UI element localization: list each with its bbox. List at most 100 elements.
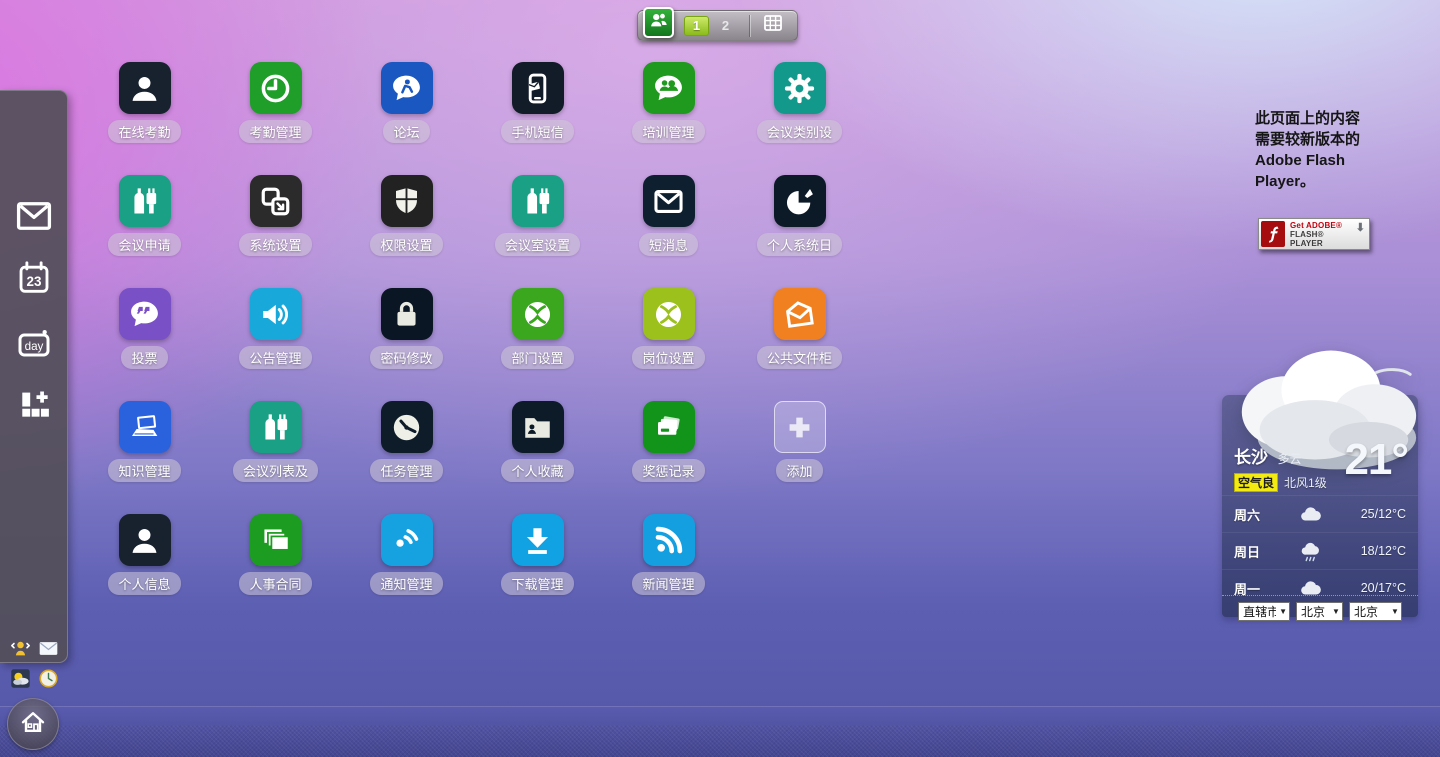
forecast-day: 周日 bbox=[1234, 542, 1280, 561]
app-tile[interactable]: 系统设置 bbox=[210, 175, 341, 288]
home-icon bbox=[18, 707, 48, 742]
training-icon bbox=[643, 62, 695, 114]
app-tile[interactable]: 奖惩记录 bbox=[603, 401, 734, 514]
app-tile[interactable]: 人事合同 bbox=[210, 514, 341, 627]
get-flash-player-button[interactable]: Get ADOBE® FLASH® PLAYER ⬇ bbox=[1258, 218, 1370, 250]
wind-label: 北风1级 bbox=[1284, 474, 1327, 491]
app-label: 知识管理 bbox=[108, 459, 180, 482]
app-label: 短消息 bbox=[639, 233, 698, 256]
notify-icon bbox=[381, 514, 433, 566]
current-temperature: 21° bbox=[1344, 435, 1408, 485]
air-quality-badge: 空气良 bbox=[1234, 473, 1278, 492]
district-select[interactable]: 北京▼ bbox=[1349, 602, 1402, 621]
laptop-icon bbox=[119, 401, 171, 453]
forecast-day: 周六 bbox=[1234, 505, 1280, 524]
app-tile[interactable]: 公告管理 bbox=[210, 288, 341, 401]
page-1-button[interactable]: 1 bbox=[684, 16, 709, 36]
app-label: 公告管理 bbox=[239, 346, 311, 369]
app-tile[interactable]: 添加 bbox=[734, 401, 865, 514]
app-label: 通知管理 bbox=[370, 572, 442, 595]
app-label: 培训管理 bbox=[632, 120, 704, 143]
app-tile[interactable]: 知识管理 bbox=[79, 401, 210, 514]
province-select[interactable]: 直辖市▼ bbox=[1238, 602, 1290, 621]
app-tile[interactable]: 部门设置 bbox=[472, 288, 603, 401]
chevron-down-icon: ▼ bbox=[1391, 607, 1399, 616]
forecast-temp: 18/12°C bbox=[1361, 544, 1406, 558]
taskclock-icon bbox=[381, 401, 433, 453]
dock-sidebar: 23 day bbox=[0, 90, 68, 663]
app-label: 新闻管理 bbox=[632, 572, 704, 595]
flash-logo-icon bbox=[1261, 221, 1285, 247]
app-tile[interactable]: 新闻管理 bbox=[603, 514, 734, 627]
mail-dock-button[interactable] bbox=[13, 197, 55, 239]
calendar-icon: 23 bbox=[15, 259, 53, 302]
app-label: 系统设置 bbox=[239, 233, 311, 256]
day-view-dock-button[interactable]: day bbox=[14, 326, 54, 366]
clock-icon bbox=[37, 667, 60, 695]
weather-city: 长沙 bbox=[1234, 448, 1268, 467]
weather-mini-button[interactable] bbox=[9, 669, 32, 692]
app-tile[interactable]: 培训管理 bbox=[603, 62, 734, 175]
app-tile[interactable]: 会议类别设 bbox=[734, 62, 865, 175]
flash-notice-text: Adobe Flash bbox=[1255, 150, 1415, 171]
app-tile[interactable]: 个人收藏 bbox=[472, 401, 603, 514]
rss-icon bbox=[643, 514, 695, 566]
pie-icon bbox=[774, 175, 826, 227]
forecast-temp: 25/12°C bbox=[1361, 507, 1406, 521]
cards-icon bbox=[250, 514, 302, 566]
plus-icon bbox=[774, 401, 826, 453]
clock-mini-button[interactable] bbox=[37, 669, 60, 692]
app-tile[interactable]: 短消息 bbox=[603, 175, 734, 288]
app-label: 手机短信 bbox=[501, 120, 573, 143]
app-label: 个人系统日 bbox=[757, 233, 842, 256]
day-calendar-icon: day bbox=[14, 324, 54, 369]
flash-notice-text: 需要较新版本的 bbox=[1255, 129, 1415, 150]
broadcast-user-button[interactable] bbox=[9, 639, 32, 662]
app-label: 岗位设置 bbox=[632, 346, 704, 369]
city-select[interactable]: 北京▼ bbox=[1296, 602, 1343, 621]
widgets-dock-button[interactable] bbox=[15, 387, 53, 425]
weather-current: 长沙 多云 空气良 北风1级 21° bbox=[1222, 443, 1418, 492]
vote-icon bbox=[119, 288, 171, 340]
message-mini-button[interactable] bbox=[37, 639, 60, 662]
plugs-icon bbox=[119, 175, 171, 227]
app-tile[interactable]: 考勤管理 bbox=[210, 62, 341, 175]
grid-icon bbox=[761, 11, 785, 40]
mail-icon bbox=[13, 195, 55, 242]
envelope-icon bbox=[37, 637, 60, 665]
toolbar-divider bbox=[749, 15, 750, 37]
svg-text:23: 23 bbox=[27, 273, 42, 288]
app-tile[interactable]: 在线考勤 bbox=[79, 62, 210, 175]
app-tile[interactable]: 任务管理 bbox=[341, 401, 472, 514]
app-label: 部门设置 bbox=[501, 346, 573, 369]
app-tile[interactable]: 个人系统日 bbox=[734, 175, 865, 288]
page-2-button[interactable]: 2 bbox=[713, 16, 738, 36]
contacts-button[interactable] bbox=[643, 7, 674, 38]
weather-condition: 多云 bbox=[1277, 452, 1301, 466]
app-tile[interactable]: 公共文件柜 bbox=[734, 288, 865, 401]
app-tile[interactable]: 下载管理 bbox=[472, 514, 603, 627]
app-label: 人事合同 bbox=[239, 572, 311, 595]
xbox-icon bbox=[643, 288, 695, 340]
app-tile[interactable]: 论坛 bbox=[341, 62, 472, 175]
app-tile[interactable]: 会议列表及 bbox=[210, 401, 341, 514]
app-tile[interactable]: 密码修改 bbox=[341, 288, 472, 401]
app-tile[interactable]: 通知管理 bbox=[341, 514, 472, 627]
home-button[interactable] bbox=[7, 698, 59, 750]
app-label: 下载管理 bbox=[501, 572, 573, 595]
person-icon bbox=[119, 62, 171, 114]
app-tile[interactable]: 岗位设置 bbox=[603, 288, 734, 401]
calendar-dock-button[interactable]: 23 bbox=[15, 261, 53, 299]
app-tile[interactable]: 会议室设置 bbox=[472, 175, 603, 288]
app-tile[interactable]: 个人信息 bbox=[79, 514, 210, 627]
clock-icon bbox=[250, 62, 302, 114]
forecast-row: 周日 18/12°C bbox=[1222, 532, 1418, 569]
forecast-list: 周六25/12°C周日18/12°C周一20/17°C bbox=[1222, 495, 1418, 606]
app-tile[interactable]: 权限设置 bbox=[341, 175, 472, 288]
app-tile[interactable]: 投票 bbox=[79, 288, 210, 401]
app-label: 密码修改 bbox=[370, 346, 442, 369]
app-tile[interactable]: 手机短信 bbox=[472, 62, 603, 175]
phone-icon bbox=[512, 62, 564, 114]
grid-view-button[interactable] bbox=[759, 14, 787, 38]
app-tile[interactable]: 会议申请 bbox=[79, 175, 210, 288]
